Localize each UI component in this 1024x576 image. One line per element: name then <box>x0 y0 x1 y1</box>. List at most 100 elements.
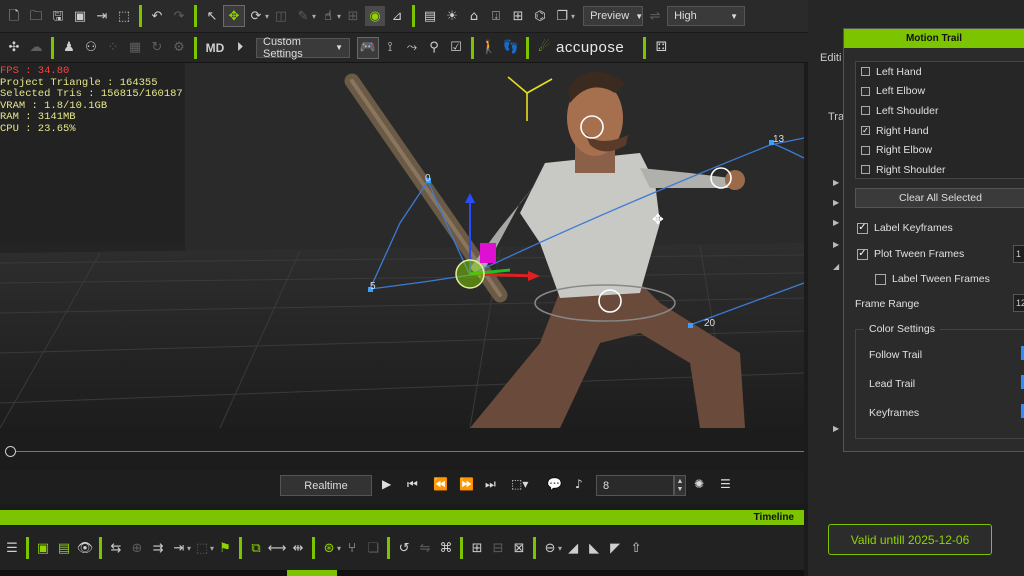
fast-forward-icon[interactable]: ⏩ <box>459 477 474 491</box>
expand-arrow-icon[interactable]: ▶ <box>833 218 839 227</box>
motion-tool-icon[interactable]: ⚲ <box>424 38 444 58</box>
sun-icon[interactable]: ☀ <box>442 6 462 26</box>
people-icon[interactable]: ⚇ <box>81 38 101 58</box>
save-as-icon[interactable]: ▣ <box>70 6 90 26</box>
joint-item-left-hand[interactable]: Left Hand <box>856 62 1024 82</box>
key-remove-icon[interactable]: ▤ <box>54 538 74 558</box>
checkbox-checked-icon[interactable]: ✓ <box>861 126 870 136</box>
expand-arrow-icon[interactable]: ▶ <box>833 424 839 433</box>
crowd-icon[interactable]: ⚃ <box>651 38 671 58</box>
label-tween-frames-option[interactable]: Label Tween Frames <box>875 273 990 285</box>
time-slider[interactable] <box>0 428 804 470</box>
stepper-down-icon[interactable]: ▼ <box>677 486 684 494</box>
open-folder-icon[interactable]: 🗀 <box>26 6 46 26</box>
edit-tab[interactable]: Editi <box>820 52 841 64</box>
chevron-down-icon[interactable]: ▾ <box>337 12 341 21</box>
tween-interval-field[interactable]: 1 <box>1013 245 1024 263</box>
light-icon[interactable]: ⌂ <box>464 6 484 26</box>
chevron-down-icon[interactable]: ▾ <box>210 544 214 553</box>
joint-item-right-elbow[interactable]: Right Elbow <box>856 140 1024 160</box>
swap-icon[interactable]: ⇆ <box>106 538 126 558</box>
expand-arrow-icon[interactable]: ▶ <box>833 240 839 249</box>
time-slider-track[interactable] <box>8 451 804 452</box>
fit-icon[interactable]: ⇹ <box>288 538 308 558</box>
chevron-down-icon[interactable]: ▾ <box>337 544 341 553</box>
flag-icon[interactable]: ⚑ <box>215 538 235 558</box>
chevron-down-icon[interactable]: ▾ <box>571 12 575 21</box>
preview-select[interactable]: Preview ▼ <box>583 6 643 26</box>
export-icon[interactable]: ⇥ <box>92 6 112 26</box>
usd-export-icon[interactable]: ⬚ <box>114 6 134 26</box>
person-settings-icon[interactable]: ♟ <box>59 38 79 58</box>
window-icon[interactable]: ❐ <box>552 6 572 26</box>
md-icon[interactable]: MD <box>202 38 228 58</box>
clip-icon[interactable]: ⧉ <box>246 538 266 558</box>
scale-icon[interactable]: ◫ <box>271 6 291 26</box>
key-add-icon[interactable]: ▣ <box>33 538 53 558</box>
checkbox-icon[interactable] <box>861 67 870 77</box>
plot-tween-frames-option[interactable]: ✓ Plot Tween Frames <box>857 248 964 260</box>
stepper-up-icon[interactable]: ▲ <box>677 478 684 486</box>
dots-icon[interactable]: ⁘ <box>103 38 123 58</box>
label-keyframes-option[interactable]: ✓ Label Keyframes <box>857 222 953 234</box>
skip-start-icon[interactable]: ⏮ <box>407 477 418 492</box>
clear-all-selected-button[interactable]: Clear All Selected <box>855 188 1024 208</box>
checkbox-checked-icon[interactable]: ✓ <box>857 222 868 234</box>
select-arrow-icon[interactable]: ↖ <box>202 6 222 26</box>
hand-tool-icon[interactable]: ☝ <box>318 6 338 26</box>
import-icon[interactable]: ⍗ <box>486 6 506 26</box>
layout-icon[interactable]: ▤ <box>420 6 440 26</box>
subtitle-icon[interactable]: 💬 <box>547 477 562 491</box>
rewind-icon[interactable]: ⏪ <box>433 477 448 491</box>
view-key-icon[interactable]: 👁 <box>75 538 95 558</box>
loop-icon[interactable]: ⬚▾ <box>511 477 528 491</box>
joint-item-right-hand[interactable]: ✓ Right Hand <box>856 121 1024 141</box>
quality-select[interactable]: High ▼ <box>667 6 746 26</box>
time-slider-handle[interactable] <box>5 446 16 457</box>
checkbox-icon[interactable] <box>875 273 886 285</box>
chevron-down-icon[interactable]: ▾ <box>265 12 269 21</box>
list-icon[interactable]: ☰ <box>720 477 731 491</box>
curve-tool-icon[interactable]: ⟟ <box>380 38 400 58</box>
joint-item-right-shoulder[interactable]: Right Shoulder <box>856 160 1024 180</box>
gamepad-icon[interactable]: 🎮 <box>357 36 379 59</box>
delete-icon[interactable]: ⊠ <box>509 538 529 558</box>
motion-layer-icon[interactable]: ⌘ <box>436 538 456 558</box>
settings-icon[interactable]: ⚙ <box>169 38 189 58</box>
zoom-out-icon[interactable]: ⊖ <box>540 538 560 558</box>
new-file-icon[interactable]: 🗋 <box>4 6 24 26</box>
paint-icon[interactable]: ✎ <box>293 6 313 26</box>
frame-range-field[interactable]: 12 <box>1013 294 1024 312</box>
curve-right-icon[interactable]: ◣ <box>584 538 604 558</box>
export-key-icon[interactable]: ⇧ <box>626 538 646 558</box>
add-track-icon[interactable]: ⊞ <box>467 538 487 558</box>
checkbox-icon[interactable] <box>861 106 870 116</box>
eye-icon[interactable]: ◉ <box>365 6 386 26</box>
music-note-icon[interactable]: ♪ <box>575 477 583 491</box>
save-icon[interactable]: 🖫 <box>48 6 68 26</box>
redo-icon[interactable]: ↷ <box>169 6 189 26</box>
stretch-icon[interactable]: ⟷ <box>267 538 287 558</box>
import-motion-icon[interactable]: ⇥ <box>169 538 189 558</box>
settings-sun-icon[interactable]: ✺ <box>694 477 704 491</box>
arrows-icon[interactable]: ⇌ <box>645 6 665 26</box>
play-icon[interactable]: ▶ <box>382 477 391 491</box>
shift-icon[interactable]: ⇉ <box>148 538 168 558</box>
path-tool-icon[interactable]: ⤳ <box>402 38 422 58</box>
move-icon[interactable]: ✥ <box>223 5 245 27</box>
custom-settings-select[interactable]: Custom Settings ▼ <box>256 36 350 60</box>
footprint-icon[interactable]: 👣 <box>501 38 521 58</box>
blend-icon[interactable]: ⊛ <box>319 538 339 558</box>
realtime-button[interactable]: Realtime <box>280 475 372 496</box>
checkbox-icon[interactable] <box>861 86 870 96</box>
joint-item-left-elbow[interactable]: Left Elbow <box>856 82 1024 102</box>
skip-end-icon[interactable]: ⏭ <box>485 477 496 492</box>
undo-icon[interactable]: ↶ <box>147 6 167 26</box>
gizmo-icon[interactable]: ✣ <box>4 38 24 58</box>
expand-arrow-icon[interactable]: ▶ <box>833 198 839 207</box>
network-icon[interactable]: ⌬ <box>530 6 550 26</box>
timeline-range-marker[interactable] <box>287 570 337 576</box>
walk-icon[interactable]: 🚶 <box>479 38 499 58</box>
cloud-icon[interactable]: ☁ <box>26 38 46 58</box>
pivot-icon[interactable]: ⊿ <box>387 6 407 26</box>
